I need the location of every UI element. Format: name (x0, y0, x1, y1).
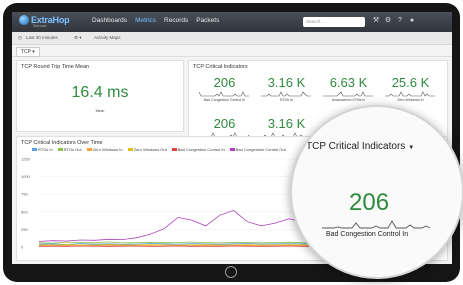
nav-packets[interactable]: Packets (196, 17, 219, 24)
y-tick-label: 1250 (21, 157, 31, 162)
magnified-panel-title: TCP Critical Indicators ▼ (306, 141, 414, 152)
rtt-panel-title[interactable]: TCP Round Trip Time Mean (21, 64, 89, 70)
y-tick-label: 1000 (21, 174, 31, 179)
tab-tcp[interactable]: TCP ▾ (16, 47, 40, 57)
help-icon[interactable]: ? (396, 17, 404, 25)
home-button[interactable] (225, 266, 237, 278)
gear-icon[interactable]: ⚙ (384, 17, 392, 25)
kpi-sparkline (385, 91, 435, 97)
time-selector-bar: ◷ Last 30 minutes ⚙ ▾ Activity Maps (12, 32, 452, 45)
tab-tcp-label: TCP (21, 49, 31, 55)
magnifier-callout: TCP Critical Indicators ▼ 206 Bad Congest… (290, 105, 463, 279)
kpi-sparkline-line (199, 91, 249, 97)
kpi-sparkline-line (323, 91, 373, 97)
kpi-label: Unanswered SYNs In (331, 98, 366, 102)
kpi-sparkline-line (385, 91, 435, 97)
time-range-selector[interactable]: Last 30 minutes (26, 35, 58, 40)
nav-records[interactable]: Records (164, 17, 188, 24)
top-nav-bar: ExtraHop Discover Dashboards Metrics Rec… (12, 12, 452, 32)
kpi-label: RTOs In (280, 98, 293, 102)
user-icon[interactable]: ● (408, 17, 416, 25)
tab-bar: TCP ▾ (12, 45, 452, 57)
kpi-sparkline (199, 91, 249, 97)
kpi-sparkline-line (261, 91, 311, 97)
magnified-label: Bad Congestion Control In (326, 231, 409, 238)
y-tick-label: 500 (21, 209, 28, 214)
activity-maps-link[interactable]: Activity Maps (94, 35, 121, 40)
kpi-tile[interactable]: 6.63 K Unanswered SYNs In (321, 75, 376, 107)
settings-dropdown-icon[interactable]: ⚙ ▾ (74, 35, 82, 41)
chevron-down-icon: ▼ (408, 145, 415, 151)
brand-subtitle: Discover (33, 24, 47, 28)
rtt-mean-value: 16.4 ms (71, 84, 129, 101)
kpi-tile[interactable]: 3.16 K RTOs In (259, 75, 314, 107)
main-nav: Dashboards Metrics Records Packets (92, 17, 227, 24)
y-tick-label: 250 (21, 227, 28, 232)
y-tick-label: 750 (21, 192, 28, 197)
rtt-panel: TCP Round Trip Time Mean 16.4 ms Mean (16, 60, 184, 132)
kpi-label: Bad Congestion Control In (203, 98, 246, 102)
magnified-title-text: TCP Critical Indicators (306, 141, 406, 152)
kpi-value: 3.16 K (267, 75, 306, 90)
magnified-sparkline (322, 220, 431, 229)
toolbar-icons: ⚒ ⚙ ? ● (372, 17, 420, 25)
kpi-value: 3.16 K (267, 116, 306, 131)
logo-mark-icon (19, 15, 29, 25)
rtt-mean-label: Mean (95, 109, 105, 113)
kpi-label: Zero Windows In (397, 98, 424, 102)
kpi-tile[interactable]: 25.6 K Zero Windows In (383, 75, 438, 107)
kpi-sparkline (261, 91, 311, 97)
critical-panel-title[interactable]: TCP Critical Indicators (193, 64, 248, 70)
kpi-tile[interactable]: 206 Bad Congestion Control In (197, 75, 252, 107)
nav-metrics[interactable]: Metrics (135, 17, 156, 24)
search-input[interactable]: Search... (303, 17, 365, 27)
magnified-value: 206 (349, 189, 390, 216)
kpi-sparkline (323, 91, 373, 97)
kpi-value: 206 (213, 116, 236, 131)
y-tick-label: 0 (21, 245, 24, 250)
clock-icon[interactable]: ◷ (18, 35, 22, 41)
kpi-value: 206 (213, 75, 236, 90)
nav-dashboards[interactable]: Dashboards (92, 17, 127, 24)
wrench-icon[interactable]: ⚒ (372, 17, 380, 25)
kpi-value: 6.63 K (329, 75, 368, 90)
kpi-value: 25.6 K (391, 75, 430, 90)
